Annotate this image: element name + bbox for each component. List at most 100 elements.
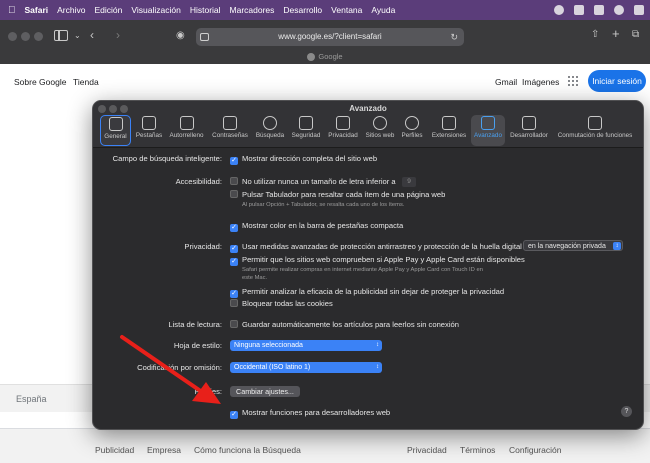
display-icon[interactable]	[634, 5, 644, 15]
change-settings-button[interactable]: Cambiar ajustes...	[230, 386, 300, 397]
chevron-down-icon[interactable]: ⌄	[74, 30, 81, 42]
checkbox-checked-icon[interactable]: ✓	[230, 157, 238, 165]
footer-ads-link[interactable]: Publicidad	[95, 445, 134, 455]
dev-features-option[interactable]: ✓ Mostrar funciones para desarrolladores …	[230, 408, 390, 419]
checkbox-unchecked-icon[interactable]	[230, 299, 238, 307]
accessibility-label: Accesibilidad:	[175, 177, 222, 186]
apps-grid-icon[interactable]	[568, 76, 578, 86]
compact-color-option[interactable]: ✓ Mostrar color en la barra de pestañas c…	[230, 221, 403, 232]
tracking-scope-select[interactable]: en la navegación privada ↕	[523, 240, 623, 251]
forward-icon[interactable]: ›	[116, 29, 120, 41]
tabs-icon	[142, 116, 156, 130]
tab-autofill[interactable]: Autorrelleno	[168, 115, 205, 146]
smart-search-option[interactable]: ✓ Mostrar dirección completa del sitio we…	[230, 154, 377, 165]
tab-advanced[interactable]: Avanzado	[471, 115, 505, 146]
back-icon[interactable]: ‹	[90, 29, 94, 41]
store-link[interactable]: Tienda	[73, 77, 99, 87]
tab-privacy[interactable]: Privacidad	[326, 115, 360, 146]
new-tab-icon[interactable]: +	[612, 27, 620, 40]
settings-window: Avanzado General Pestañas Autorrelleno C…	[92, 100, 644, 430]
tab-general[interactable]: General	[100, 115, 131, 146]
checkbox-unchecked-icon[interactable]	[230, 320, 238, 328]
menu-app-name[interactable]: Safari	[25, 5, 49, 15]
ad-measurement-option[interactable]: ✓ Permitir analizar la eficacia de la pub…	[230, 287, 504, 298]
menu-history[interactable]: Historial	[190, 5, 221, 15]
tab-search[interactable]: Búsqueda	[254, 115, 286, 146]
applepay-option[interactable]: ✓ Permitir que los sitios web comprueben …	[230, 255, 525, 266]
tab-websites[interactable]: Sitios web	[364, 115, 396, 146]
footer-privacy-link[interactable]: Privacidad	[407, 445, 447, 455]
advanced-gears-icon	[481, 116, 495, 130]
share-icon[interactable]: ⇧	[591, 29, 599, 41]
reading-list-option[interactable]: Guardar automáticamente los artículos pa…	[230, 320, 459, 329]
country-label: España	[16, 394, 47, 404]
address-bar[interactable]: www.google.es/?client=safari ↻	[196, 28, 464, 46]
block-cookies-option[interactable]: Bloquear todas las cookies	[230, 299, 333, 308]
menu-bar:  Safari Archivo Edición Visualización H…	[0, 0, 650, 20]
footer-terms-link[interactable]: Términos	[460, 445, 495, 455]
stylesheet-select[interactable]: Ninguna seleccionada ↕	[230, 340, 382, 351]
footer-settings-link[interactable]: Configuración	[509, 445, 561, 455]
menu-develop[interactable]: Desarrollo	[283, 5, 322, 15]
tab-tabs[interactable]: Pestañas	[134, 115, 164, 146]
hand-icon	[336, 116, 350, 130]
tab-feature-flags[interactable]: Conmutación de funciones	[553, 115, 637, 146]
zoom-window-button[interactable]	[34, 32, 43, 41]
cloud-icon[interactable]	[574, 5, 584, 15]
close-window-button[interactable]	[8, 32, 17, 41]
menu-view[interactable]: Visualización	[131, 5, 180, 15]
tab-extensions[interactable]: Extensiones	[431, 115, 467, 146]
privacy-label: Privacidad:	[184, 242, 222, 251]
font-size-select[interactable]: 9	[402, 177, 416, 187]
menu-file[interactable]: Archivo	[57, 5, 85, 15]
tab-title[interactable]: Google	[0, 52, 650, 62]
tab-passwords[interactable]: Contraseñas	[210, 115, 250, 146]
about-google-link[interactable]: Sobre Google	[14, 77, 66, 87]
sidebar-toggle-icon[interactable]	[54, 30, 68, 41]
encoding-label: Codificación por omisión:	[137, 363, 222, 372]
proxies-label: Proxies:	[194, 387, 222, 396]
footer-how-search-works-link[interactable]: Cómo funciona la Búsqueda	[194, 445, 301, 455]
menu-bookmarks[interactable]: Marcadores	[230, 5, 275, 15]
footer-links-bar: Publicidad Empresa Cómo funciona la Búsq…	[0, 428, 650, 463]
url-text: www.google.es/?client=safari	[278, 32, 382, 41]
checkbox-unchecked-icon[interactable]	[230, 190, 238, 198]
applepay-note-line1: Safari permite realizar compras en inter…	[242, 267, 483, 273]
tab-overview-icon[interactable]: ⧉	[632, 29, 639, 41]
applepay-note-line2: este Mac.	[242, 275, 268, 281]
encoding-select[interactable]: Occidental (ISO latino 1) ↕	[230, 362, 382, 373]
sync-icon[interactable]	[614, 5, 624, 15]
tab-security[interactable]: Seguridad	[289, 115, 323, 146]
tab-highlight-option[interactable]: Pulsar Tabulador para resaltar cada ítem…	[230, 190, 445, 199]
shield-icon[interactable]: ◉	[176, 30, 185, 42]
tab-developer[interactable]: Desarrollador	[508, 115, 550, 146]
tab-profiles[interactable]: Perfiles	[399, 115, 425, 146]
page-icon[interactable]	[200, 33, 209, 41]
menu-edit[interactable]: Edición	[94, 5, 122, 15]
menu-window[interactable]: Ventana	[331, 5, 362, 15]
help-button[interactable]: ?	[621, 406, 632, 417]
checkbox-checked-icon[interactable]: ✓	[230, 224, 238, 232]
status-icon[interactable]	[554, 5, 564, 15]
profile-icon	[405, 116, 419, 130]
tracking-option[interactable]: ✓ Usar medidas avanzadas de protección an…	[230, 242, 522, 253]
reload-icon[interactable]: ↻	[450, 28, 458, 46]
checkbox-checked-icon[interactable]: ✓	[230, 290, 238, 298]
checkbox-checked-icon[interactable]: ✓	[230, 258, 238, 266]
tools-icon	[522, 116, 536, 130]
font-size-option[interactable]: No utilizar nunca un tamaño de letra inf…	[230, 177, 396, 186]
checkbox-unchecked-icon[interactable]	[230, 177, 238, 185]
gmail-link[interactable]: Gmail	[495, 77, 517, 87]
checkbox-checked-icon[interactable]: ✓	[230, 245, 238, 253]
apple-icon[interactable]: 	[8, 5, 16, 16]
messages-icon[interactable]	[594, 5, 604, 15]
images-link[interactable]: Imágenes	[522, 77, 559, 87]
checkbox-checked-icon[interactable]: ✓	[230, 411, 238, 419]
minimize-window-button[interactable]	[21, 32, 30, 41]
settings-header: Avanzado General Pestañas Autorrelleno C…	[93, 101, 643, 148]
tab-title-text: Google	[318, 52, 343, 61]
footer-business-link[interactable]: Empresa	[147, 445, 181, 455]
search-icon	[263, 116, 277, 130]
menu-help[interactable]: Ayuda	[371, 5, 395, 15]
signin-button[interactable]: Iniciar sesión	[588, 70, 646, 92]
